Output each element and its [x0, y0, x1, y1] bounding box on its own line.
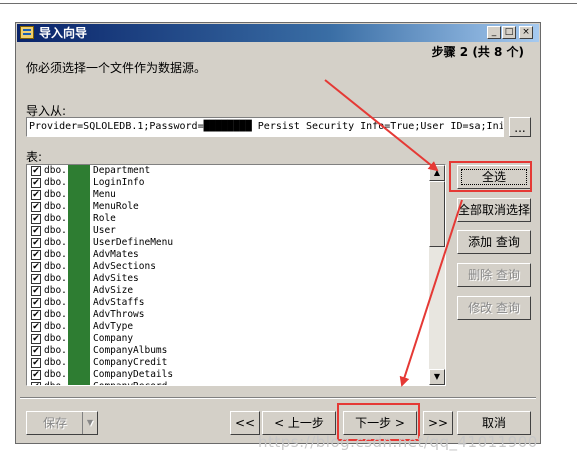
watermark-text: https://blog.csdn.net/qq_41011900: [258, 433, 538, 451]
annotation-arrows: [324, 79, 463, 387]
arrow-to-next-step-icon: [399, 199, 463, 387]
arrow-to-select-all-icon: [324, 79, 439, 172]
